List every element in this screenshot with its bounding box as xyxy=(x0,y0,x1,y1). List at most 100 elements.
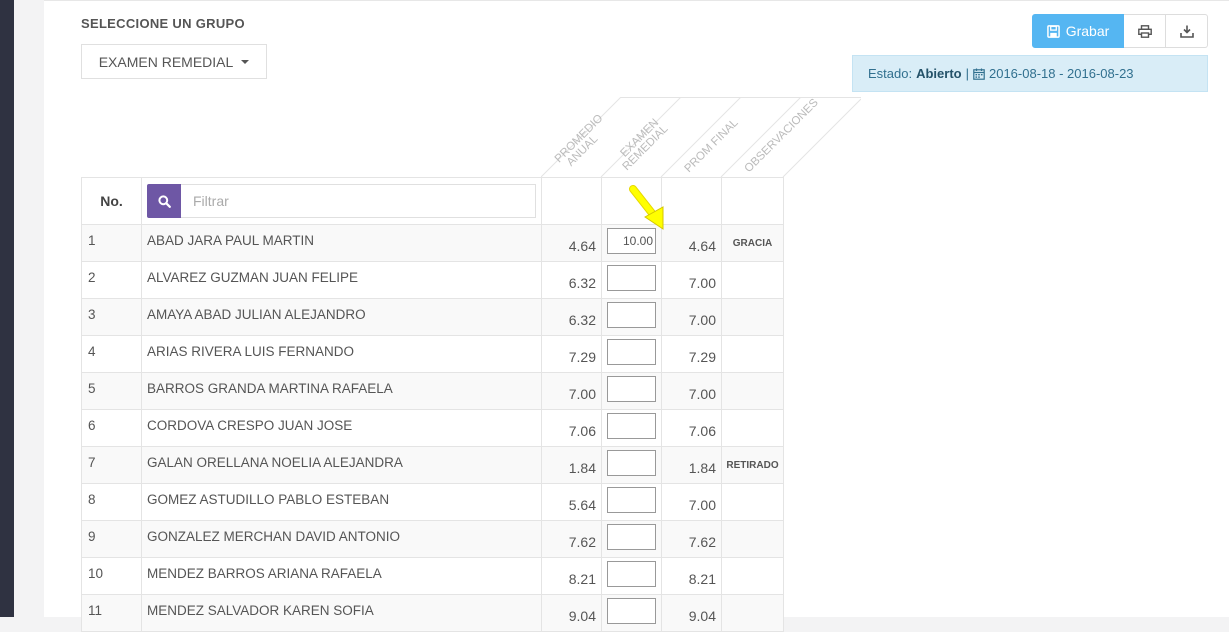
row-number: 10 xyxy=(81,557,142,595)
table-row: 9 GONZALEZ MERCHAN DAVID ANTONIO 7.62 7.62 xyxy=(81,520,784,558)
examen-remedial-cell xyxy=(601,261,662,299)
promedio-anual-value: 7.06 xyxy=(541,409,602,447)
examen-remedial-input[interactable] xyxy=(607,487,656,513)
examen-remedial-input[interactable] xyxy=(607,413,656,439)
examen-remedial-input[interactable] xyxy=(607,450,656,476)
header-prom-final: PROM FINAL xyxy=(661,97,741,177)
prom-final-value: 9.04 xyxy=(661,594,722,632)
examen-remedial-input[interactable] xyxy=(607,302,656,328)
header-promedio-anual: PROMEDIO ANUAL xyxy=(541,97,606,177)
header-examen-remedial: EXAMEN REMEDIAL xyxy=(601,97,670,177)
status-value: Abierto xyxy=(916,66,962,81)
column-header-observaciones xyxy=(721,177,784,225)
prom-final-value: 7.00 xyxy=(661,483,722,521)
student-name: ABAD JARA PAUL MARTIN xyxy=(141,224,542,262)
student-name: GOMEZ ASTUDILLO PABLO ESTEBAN xyxy=(141,483,542,521)
prom-final-value: 7.29 xyxy=(661,335,722,373)
examen-remedial-cell xyxy=(601,594,662,632)
table-row: 5 BARROS GRANDA MARTINA RAFAELA 7.00 7.00 xyxy=(81,372,784,410)
row-number: 9 xyxy=(81,520,142,558)
student-name: ALVAREZ GUZMAN JUAN FELIPE xyxy=(141,261,542,299)
prom-final-value: 7.62 xyxy=(661,520,722,558)
row-number: 5 xyxy=(81,372,142,410)
table-header-row: No. xyxy=(81,177,784,225)
main-content: SELECCIONE UN GRUPO EXAMEN REMEDIAL Grab… xyxy=(44,0,1229,632)
table-row: 3 AMAYA ABAD JULIAN ALEJANDRO 6.32 7.00 xyxy=(81,298,784,336)
student-name: MENDEZ SALVADOR KAREN SOFIA xyxy=(141,594,542,632)
promedio-anual-value: 9.04 xyxy=(541,594,602,632)
toolbar: Grabar xyxy=(1032,14,1208,48)
student-name: AMAYA ABAD JULIAN ALEJANDRO xyxy=(141,298,542,336)
table-row: 7 GALAN ORELLANA NOELIA ALEJANDRA 1.84 1.84… xyxy=(81,446,784,484)
filter-search-button[interactable] xyxy=(147,184,181,218)
column-header-no: No. xyxy=(81,177,142,225)
filter-input[interactable] xyxy=(181,184,536,218)
save-button-label: Grabar xyxy=(1065,23,1110,39)
row-number: 4 xyxy=(81,335,142,373)
calendar-icon xyxy=(973,68,985,80)
examen-remedial-input[interactable] xyxy=(607,561,656,587)
observacion-value xyxy=(721,335,784,373)
caret-down-icon xyxy=(241,59,250,64)
save-button[interactable]: Grabar xyxy=(1032,14,1124,48)
prom-final-value: 1.84 xyxy=(661,446,722,484)
observacion-value xyxy=(721,594,784,632)
observacion-value xyxy=(721,261,784,299)
row-number: 8 xyxy=(81,483,142,521)
examen-remedial-input[interactable] xyxy=(607,265,656,291)
examen-remedial-cell xyxy=(601,298,662,336)
observacion-value: GRACIA xyxy=(721,224,784,262)
observacion-value xyxy=(721,483,784,521)
table-row: 11 MENDEZ SALVADOR KAREN SOFIA 9.04 9.04 xyxy=(81,594,784,632)
promedio-anual-value: 6.32 xyxy=(541,261,602,299)
examen-remedial-cell xyxy=(601,520,662,558)
row-number: 1 xyxy=(81,224,142,262)
row-number: 2 xyxy=(81,261,142,299)
examen-remedial-input[interactable] xyxy=(607,339,656,365)
promedio-anual-value: 7.00 xyxy=(541,372,602,410)
status-label: Estado: xyxy=(868,66,913,81)
observacion-value xyxy=(721,372,784,410)
observacion-value xyxy=(721,557,784,595)
observacion-value xyxy=(721,520,784,558)
promedio-anual-value: 4.64 xyxy=(541,224,602,262)
table-row: 6 CORDOVA CRESPO JUAN JOSE 7.06 7.06 xyxy=(81,409,784,447)
student-name: BARROS GRANDA MARTINA RAFAELA xyxy=(141,372,542,410)
row-number: 6 xyxy=(81,409,142,447)
print-button[interactable] xyxy=(1124,14,1166,48)
student-name: ARIAS RIVERA LUIS FERNANDO xyxy=(141,335,542,373)
row-number: 3 xyxy=(81,298,142,336)
examen-remedial-cell xyxy=(601,335,662,373)
promedio-anual-value: 1.84 xyxy=(541,446,602,484)
promedio-anual-value: 5.64 xyxy=(541,483,602,521)
observacion-value xyxy=(721,409,784,447)
examen-remedial-cell xyxy=(601,446,662,484)
row-number: 7 xyxy=(81,446,142,484)
table-row: 2 ALVAREZ GUZMAN JUAN FELIPE 6.32 7.00 xyxy=(81,261,784,299)
rotated-headers: PROMEDIO ANUAL EXAMEN REMEDIAL PROM FINA… xyxy=(541,97,861,177)
examen-remedial-cell xyxy=(601,483,662,521)
download-button[interactable] xyxy=(1166,14,1208,48)
examen-remedial-input[interactable] xyxy=(607,598,656,624)
table-row: 10 MENDEZ BARROS ARIANA RAFAELA 8.21 8.21 xyxy=(81,557,784,595)
print-icon xyxy=(1137,24,1152,38)
examen-remedial-input[interactable] xyxy=(607,376,656,402)
promedio-anual-value: 8.21 xyxy=(541,557,602,595)
examen-remedial-input[interactable] xyxy=(607,524,656,550)
table-row: 8 GOMEZ ASTUDILLO PABLO ESTEBAN 5.64 7.00 xyxy=(81,483,784,521)
examen-remedial-cell xyxy=(601,372,662,410)
group-dropdown[interactable]: EXAMEN REMEDIAL xyxy=(81,44,267,79)
grades-table: No. 1 xyxy=(81,177,784,632)
prom-final-value: 8.21 xyxy=(661,557,722,595)
sidebar xyxy=(0,0,14,617)
promedio-anual-value: 7.29 xyxy=(541,335,602,373)
prom-final-value: 7.06 xyxy=(661,409,722,447)
header-observaciones: OBSERVACIONES xyxy=(721,97,821,177)
student-name: MENDEZ BARROS ARIANA RAFAELA xyxy=(141,557,542,595)
student-name: CORDOVA CRESPO JUAN JOSE xyxy=(141,409,542,447)
student-name: GONZALEZ MERCHAN DAVID ANTONIO xyxy=(141,520,542,558)
group-label: SELECCIONE UN GRUPO xyxy=(81,16,245,31)
promedio-anual-value: 6.32 xyxy=(541,298,602,336)
status-box: Estado: Abierto | 2016-08-18 - 2016-08-2… xyxy=(852,55,1208,92)
yellow-pointer-arrow-icon xyxy=(629,185,664,230)
